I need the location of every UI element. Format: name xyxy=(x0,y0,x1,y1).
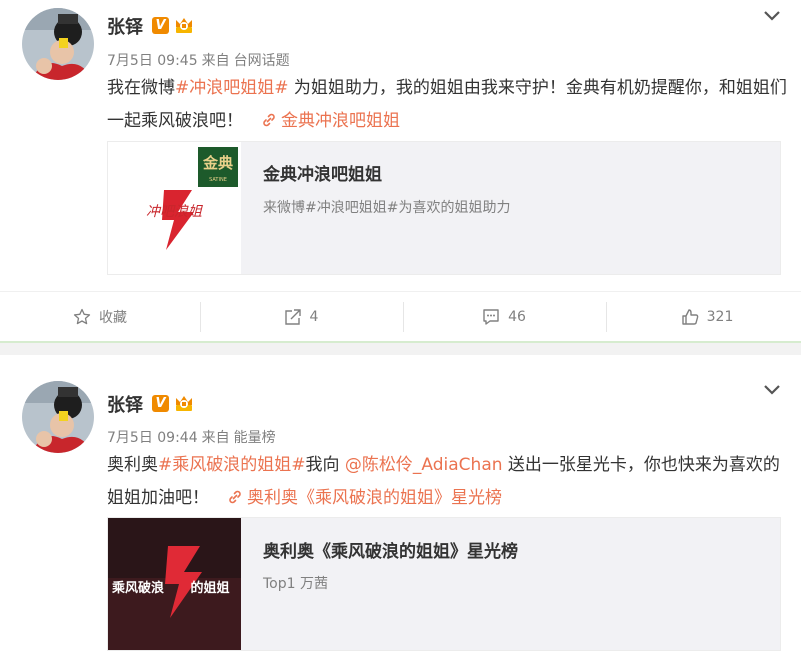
favorite-button[interactable]: 收藏 xyxy=(0,292,200,342)
post-source[interactable]: 台网话题 xyxy=(234,53,290,69)
link-card[interactable]: 金典 SATINE 冲吧浪姐 金典冲浪吧姐姐 来微博#冲浪吧姐姐#为喜欢的姐姐助… xyxy=(107,141,781,275)
link-icon xyxy=(229,490,241,504)
verified-badge: V xyxy=(152,395,169,412)
verified-badge: V xyxy=(152,17,169,34)
card-title[interactable]: 奥利奥《乘风破浪的姐姐》星光榜 xyxy=(263,537,518,562)
mention-link[interactable]: @陈松伶_AdiaChan xyxy=(345,455,503,475)
text-segment: 我向 xyxy=(305,455,345,475)
post-source[interactable]: 能量榜 xyxy=(234,430,276,446)
comment-count: 46 xyxy=(508,309,526,325)
thumbs-up-icon xyxy=(681,309,698,325)
card-title[interactable]: 金典冲浪吧姐姐 xyxy=(263,160,382,185)
avatar-image xyxy=(22,381,94,453)
post-time[interactable]: 7月5日 09:45 xyxy=(107,53,198,69)
card-image-text: 的姐姐 xyxy=(190,580,229,596)
favorite-label: 收藏 xyxy=(99,310,127,326)
repost-count: 4 xyxy=(309,309,319,325)
weibo-post: 张铎 V 7月5日 09:45 来自 台网话题 我在微博#冲浪吧姐姐# 为姐姐助力，… xyxy=(0,0,801,341)
chevron-down-icon[interactable] xyxy=(763,384,781,396)
via-label: 来自 xyxy=(201,53,230,69)
action-bar: 收藏 4 46 321 xyxy=(0,291,801,341)
card-image-text: 乘风破浪 xyxy=(111,580,164,596)
weibo-post: 张铎 V 7月5日 09:44 来自 能量榜 奥利奥#乘风破浪的姐姐#我向 @陈松伶… xyxy=(0,355,801,651)
topic-link[interactable]: #乘风破浪的姐姐# xyxy=(158,455,306,475)
post-meta: 7月5日 09:44 来自 能量榜 xyxy=(107,427,280,447)
comment-button[interactable]: 46 xyxy=(404,292,604,342)
feed-divider xyxy=(0,341,801,355)
comment-icon xyxy=(483,309,499,325)
username[interactable]: 张铎 xyxy=(107,391,143,417)
text-segment: 我在微博 xyxy=(107,78,175,98)
member-level-icon xyxy=(176,396,192,411)
username[interactable]: 张铎 xyxy=(107,13,143,39)
avatar[interactable] xyxy=(22,381,94,453)
share-icon xyxy=(284,309,301,325)
card-subtitle: Top1 万茜 xyxy=(263,576,328,592)
topic-link[interactable]: #冲浪吧姐姐# xyxy=(175,78,289,98)
chevron-down-icon[interactable] xyxy=(763,10,781,22)
repost-button[interactable]: 4 xyxy=(201,292,401,342)
like-button[interactable]: 321 xyxy=(607,292,801,342)
text-segment: 奥利奥 xyxy=(107,455,158,475)
link-icon xyxy=(263,113,275,127)
avatar[interactable] xyxy=(22,8,94,80)
post-text: 奥利奥#乘风破浪的姐姐#我向 @陈松伶_AdiaChan 送出一张星光卡，你也快… xyxy=(107,449,787,515)
page-link[interactable]: 金典冲浪吧姐姐 xyxy=(281,111,400,131)
member-level-icon xyxy=(176,18,192,33)
post-time[interactable]: 7月5日 09:44 xyxy=(107,430,198,446)
card-logo-text: 金典 xyxy=(202,154,233,172)
card-image: 金典 SATINE 冲吧浪姐 xyxy=(108,142,241,274)
post-text: 我在微博#冲浪吧姐姐# 为姐姐助力，我的姐姐由我来守护！金典有机奶提醒你，和姐姐… xyxy=(107,72,787,138)
page-link[interactable]: 奥利奥《乘风破浪的姐姐》星光榜 xyxy=(247,488,502,508)
via-label: 来自 xyxy=(201,430,230,446)
like-count: 321 xyxy=(706,309,734,325)
card-subtitle: 来微博#冲浪吧姐姐#为喜欢的姐姐助力 xyxy=(263,200,511,216)
card-image: 乘风破浪 的姐姐 xyxy=(108,518,241,650)
post-meta: 7月5日 09:45 来自 台网话题 xyxy=(107,50,294,70)
card-logo-subtext: SATINE xyxy=(209,177,227,183)
card-image-text: 冲吧浪姐 xyxy=(146,204,203,220)
avatar-image xyxy=(22,8,94,80)
star-icon xyxy=(73,308,91,325)
